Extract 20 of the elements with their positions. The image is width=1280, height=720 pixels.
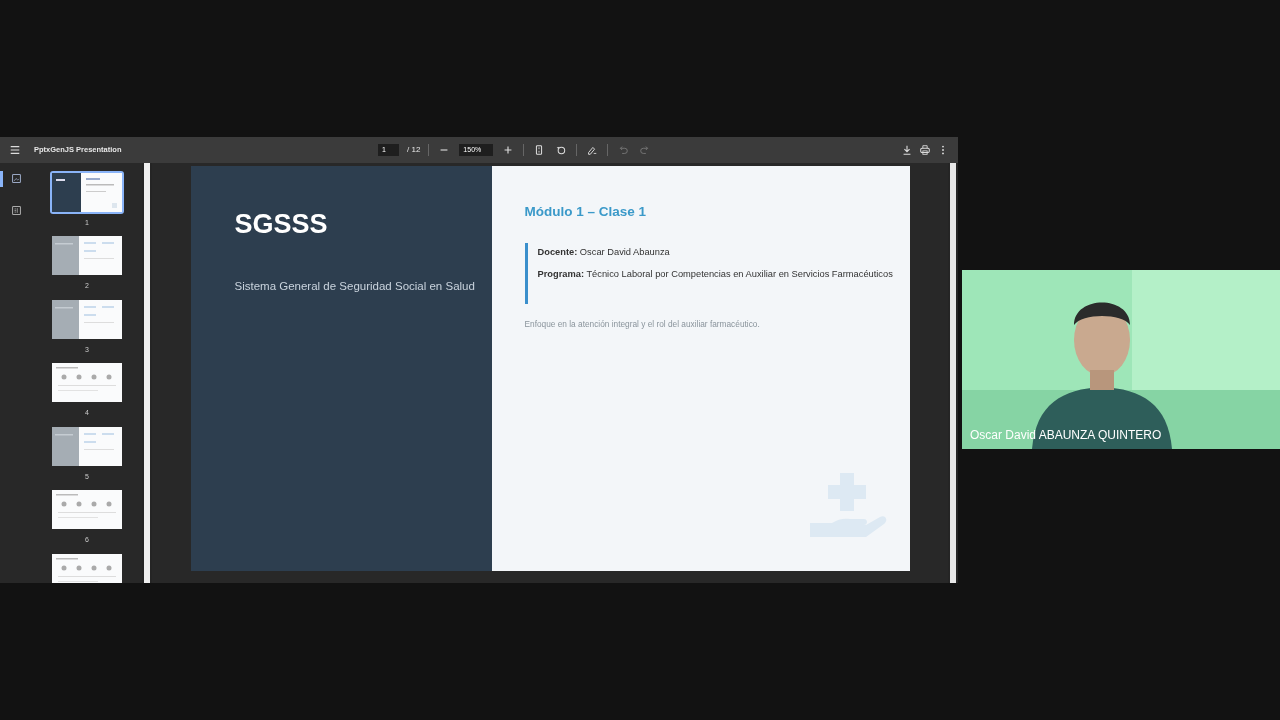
scrollbar[interactable] bbox=[950, 162, 956, 583]
print-icon[interactable] bbox=[918, 142, 932, 157]
slide-subtitle: Sistema General de Seguridad Social en Salud bbox=[234, 279, 476, 295]
slide-note: Enfoque en la atención integral y el rol del auxiliar farmacéutico. bbox=[524, 318, 761, 331]
page-thumbnail[interactable] bbox=[50, 170, 124, 214]
page-thumbnail[interactable] bbox=[50, 297, 124, 341]
slide-heading: Módulo 1 – Clase 1 bbox=[524, 202, 648, 221]
image-icon bbox=[10, 173, 22, 185]
page-thumbnail[interactable] bbox=[50, 424, 124, 468]
detail-line: Programa: Técnico Laboral por Competencias en Auxiliar en Servicios Farmacéuticos bbox=[537, 268, 894, 282]
list-icon bbox=[10, 205, 22, 217]
scrollbar[interactable] bbox=[144, 162, 150, 583]
page-thumbnail[interactable] bbox=[50, 234, 124, 278]
detail-line: Docente: Oscar David Abaunza bbox=[537, 246, 671, 260]
page-count: / 12 bbox=[407, 143, 421, 156]
page-thumbnail[interactable] bbox=[50, 361, 124, 405]
page-thumbnail[interactable] bbox=[50, 551, 124, 583]
slide-title: SGSSS bbox=[234, 207, 329, 241]
participant-name: Oscar David ABAUNZA QUINTERO bbox=[970, 427, 1162, 444]
page-thumbnail[interactable] bbox=[50, 488, 124, 532]
